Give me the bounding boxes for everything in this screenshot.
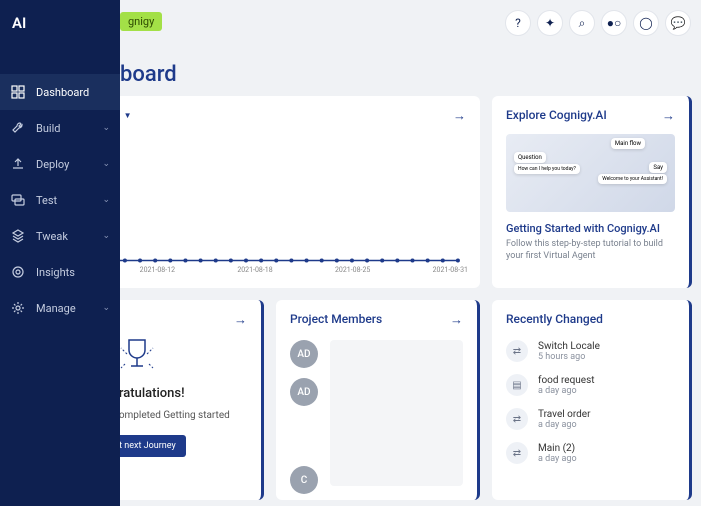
- sidebar-item-dashboard[interactable]: Dashboard: [0, 74, 120, 110]
- flow-icon: ⇄: [506, 408, 528, 430]
- recent-card: Recently Changed ⇄ Switch Locale 5 hours…: [492, 300, 692, 500]
- user-icon: ◯: [639, 16, 652, 30]
- sidebar-item-label: Manage: [36, 302, 76, 315]
- recent-item[interactable]: ▤ food request a day ago: [506, 374, 675, 396]
- chevron-down-icon: ⌄: [102, 195, 110, 205]
- grid-icon: [10, 84, 26, 100]
- chevron-down-icon: ▼: [124, 111, 132, 120]
- x-label: 2021-08-31: [433, 266, 468, 274]
- speech-icon: 💬: [671, 16, 686, 30]
- avatar[interactable]: AD: [290, 378, 318, 406]
- x-label: 2021-08-25: [335, 266, 370, 274]
- recent-time: a day ago: [538, 454, 577, 464]
- thumb-say: Say: [649, 162, 667, 173]
- target-icon: [10, 264, 26, 280]
- members-title: Project Members: [290, 312, 463, 326]
- recent-item[interactable]: ⇄ Travel order a day ago: [506, 408, 675, 430]
- recent-time: a day ago: [538, 420, 591, 430]
- doc-icon: ▤: [506, 374, 528, 396]
- recent-item[interactable]: ⇄ Switch Locale 5 hours ago: [506, 340, 675, 362]
- sidebar-item-label: Test: [36, 194, 57, 207]
- search-icon: ⌕: [579, 16, 586, 31]
- chat-icon: [10, 192, 26, 208]
- logo: AI: [0, 0, 120, 46]
- sidebar-item-label: Dashboard: [36, 86, 89, 99]
- x-label: 2021-08-18: [237, 266, 272, 274]
- question-icon: ?: [515, 16, 521, 30]
- getting-arrow-icon[interactable]: →: [234, 312, 247, 328]
- recent-title: Recently Changed: [506, 312, 675, 326]
- recent-name: Main (2): [538, 443, 577, 454]
- recent-time: a day ago: [538, 386, 595, 396]
- explore-link[interactable]: Getting Started with Cognigy.AI: [506, 222, 675, 235]
- gear-icon: [10, 300, 26, 316]
- sidebar-item-manage[interactable]: Manage ⌄: [0, 290, 120, 326]
- avatar[interactable]: C: [290, 466, 318, 494]
- env-tag: gnigy: [120, 12, 162, 31]
- chart-expand-arrow[interactable]: →: [453, 108, 466, 124]
- thumb-welcome: Welcome to your Assistant!: [598, 174, 667, 184]
- compass-icon: ✦: [545, 16, 555, 30]
- profile-button[interactable]: ◯: [633, 10, 659, 36]
- help-button[interactable]: ?: [505, 10, 531, 36]
- recent-time: 5 hours ago: [538, 352, 600, 362]
- sidebar-item-label: Insights: [36, 266, 75, 279]
- toggle-icon: ●○: [607, 16, 622, 30]
- sidebar-item-deploy[interactable]: Deploy ⌄: [0, 146, 120, 182]
- sidebar-item-label: Tweak: [36, 230, 68, 243]
- page-title: board: [120, 62, 177, 87]
- sidebar-item-insights[interactable]: Insights: [0, 254, 120, 290]
- recent-list: ⇄ Switch Locale 5 hours ago ▤ food reque…: [506, 340, 675, 464]
- explore-arrow-icon[interactable]: →: [662, 108, 675, 124]
- recent-name: food request: [538, 375, 595, 386]
- thumb-mainflow: Main flow: [611, 138, 645, 149]
- topbar: ? ✦ ⌕ ●○ ◯ 💬: [505, 10, 691, 36]
- wrench-icon: [10, 120, 26, 136]
- member-placeholder: [330, 340, 463, 486]
- x-label: 2021-08-12: [140, 266, 175, 274]
- search-button[interactable]: ⌕: [569, 10, 595, 36]
- explore-card[interactable]: Explore Cognigy.AI → Main flow Question …: [492, 96, 692, 288]
- sidebar-item-label: Deploy: [36, 158, 69, 171]
- explore-title: Explore Cognigy.AI: [506, 108, 675, 122]
- explore-thumbnail: Main flow Question How can I help you to…: [506, 134, 675, 212]
- avatar[interactable]: AD: [290, 340, 318, 368]
- thumb-how: How can I help you today?: [514, 164, 580, 174]
- layers-icon: [10, 228, 26, 244]
- sidebar-item-tweak[interactable]: Tweak ⌄: [0, 218, 120, 254]
- sidebar: AI Dashboard Build ⌄ Deploy ⌄ Test ⌄ Twe…: [0, 0, 120, 506]
- toggle-button[interactable]: ●○: [601, 10, 627, 36]
- nav: Dashboard Build ⌄ Deploy ⌄ Test ⌄ Tweak …: [0, 74, 120, 326]
- recent-name: Travel order: [538, 409, 591, 420]
- flow-icon: ⇄: [506, 442, 528, 464]
- members-card: Project Members → AD AD C: [276, 300, 480, 500]
- members-arrow-icon[interactable]: →: [450, 312, 463, 328]
- flow-icon: ⇄: [506, 340, 528, 362]
- sidebar-item-build[interactable]: Build ⌄: [0, 110, 120, 146]
- recent-name: Switch Locale: [538, 341, 600, 352]
- chevron-down-icon: ⌄: [102, 159, 110, 169]
- chevron-down-icon: ⌄: [102, 231, 110, 241]
- thumb-question: Question: [514, 152, 546, 163]
- compass-button[interactable]: ✦: [537, 10, 563, 36]
- sidebar-item-test[interactable]: Test ⌄: [0, 182, 120, 218]
- recent-item[interactable]: ⇄ Main (2) a day ago: [506, 442, 675, 464]
- chevron-down-icon: ⌄: [102, 123, 110, 133]
- chat-button[interactable]: 💬: [665, 10, 691, 36]
- chevron-down-icon: ⌄: [102, 303, 110, 313]
- sidebar-item-label: Build: [36, 122, 60, 135]
- explore-desc: Follow this step-by-step tutorial to bui…: [506, 239, 675, 262]
- upload-icon: [10, 156, 26, 172]
